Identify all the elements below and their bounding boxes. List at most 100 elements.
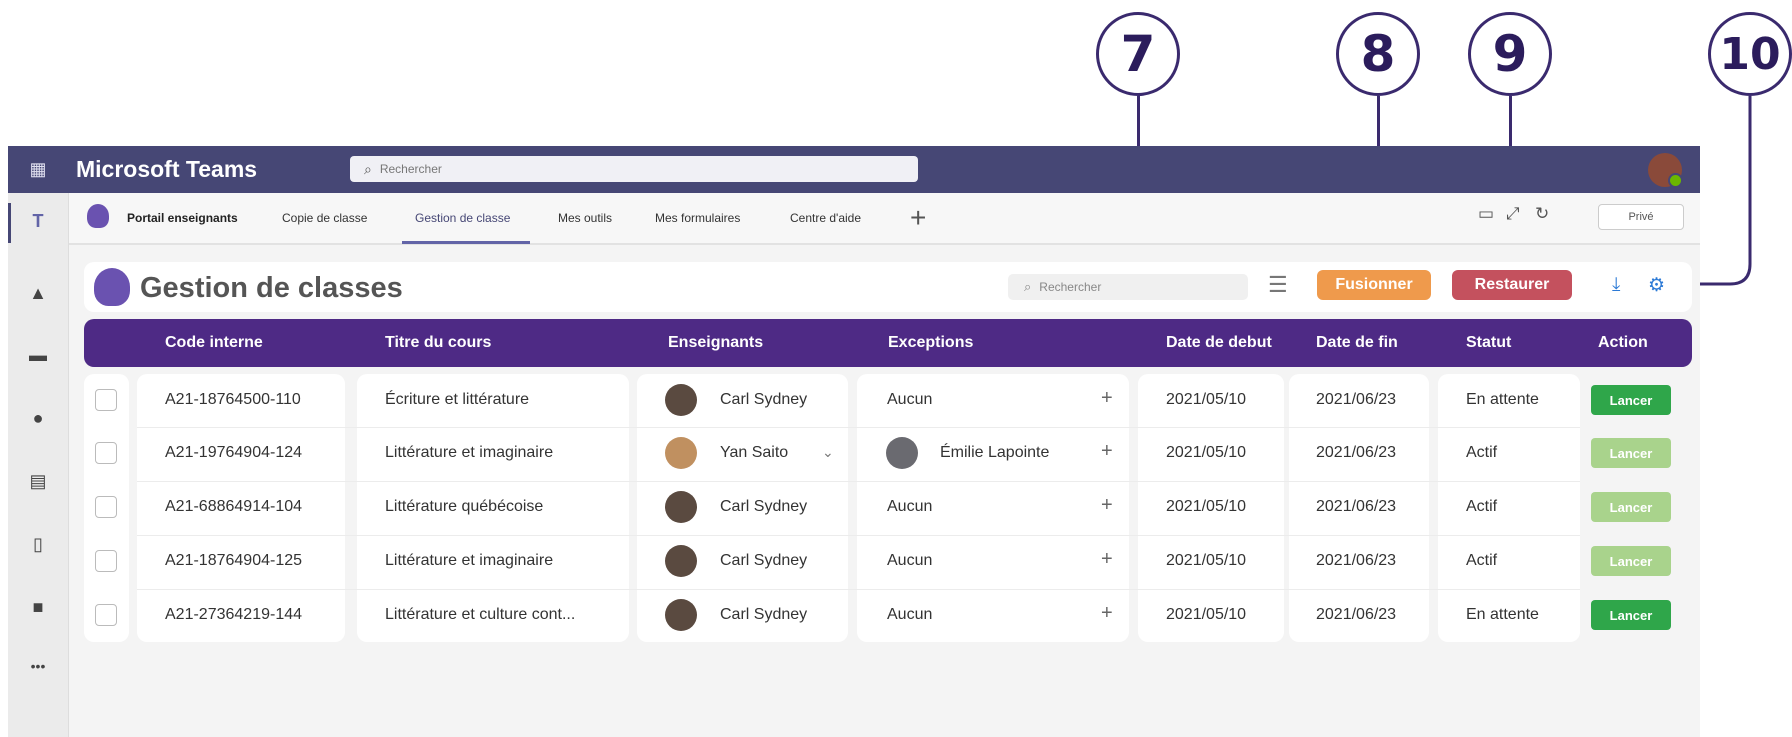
- exception-avatar: [886, 437, 918, 469]
- cell-titre: Littérature québécoise: [385, 498, 544, 515]
- tab-mes-outils[interactable]: Mes outils: [558, 193, 612, 243]
- lancer-button[interactable]: Lancer: [1591, 600, 1671, 630]
- col-date-fin[interactable]: Date de fin: [1316, 319, 1398, 367]
- lancer-button[interactable]: Lancer: [1591, 385, 1671, 415]
- teacher-avatar: [665, 384, 697, 416]
- row-divider: [137, 427, 1580, 428]
- bell-icon[interactable]: ▲: [8, 283, 68, 304]
- left-rail: [8, 193, 69, 737]
- settings-gear-icon[interactable]: ⚙: [1648, 274, 1665, 297]
- expand-icon[interactable]: ⤢: [1506, 204, 1520, 224]
- refresh-icon[interactable]: ↻: [1535, 204, 1549, 224]
- comment-icon[interactable]: ▭: [1478, 204, 1494, 224]
- privacy-dropdown[interactable]: Privé: [1598, 204, 1684, 230]
- people-icon[interactable]: ●: [8, 408, 68, 429]
- add-exception-icon[interactable]: +: [1101, 548, 1113, 571]
- app-title: Microsoft Teams: [76, 156, 258, 182]
- cell-titre: Écriture et littérature: [385, 391, 530, 408]
- row-checkbox[interactable]: [95, 496, 117, 518]
- cell-date-debut: 2021/05/10: [1166, 498, 1247, 515]
- cell-enseignant: Carl Sydney: [720, 552, 808, 569]
- add-exception-icon[interactable]: +: [1101, 440, 1113, 463]
- cell-code: A21-27364219-144: [165, 606, 303, 623]
- col-action[interactable]: Action: [1598, 319, 1648, 367]
- class-search-placeholder: Rechercher: [1039, 280, 1102, 294]
- user-avatar[interactable]: [1648, 153, 1683, 188]
- chat-icon[interactable]: ▬: [8, 345, 68, 366]
- add-exception-icon[interactable]: +: [1101, 387, 1113, 410]
- cell-code: A21-68864914-104: [165, 498, 303, 515]
- add-exception-icon[interactable]: +: [1101, 602, 1113, 625]
- cell-titre: Littérature et imaginaire: [385, 552, 554, 569]
- cell-exception: Aucun: [887, 606, 933, 623]
- callout-7: 7: [1096, 12, 1180, 96]
- cell-date-fin: 2021/06/23: [1316, 498, 1397, 515]
- tab-portail-enseignants[interactable]: Portail enseignants: [127, 193, 238, 243]
- presence-badge: [1668, 173, 1683, 188]
- row-checkbox[interactable]: [95, 442, 117, 464]
- cell-statut: En attente: [1466, 606, 1539, 623]
- callout-8: 8: [1336, 12, 1420, 96]
- restaurer-button[interactable]: Restaurer: [1452, 270, 1572, 300]
- tab-gestion-de-classe[interactable]: Gestion de classe: [415, 193, 510, 243]
- cell-enseignant: Yan Saito: [720, 444, 789, 461]
- cell-date-debut: 2021/05/10: [1166, 391, 1247, 408]
- filter-sliders-icon[interactable]: ☰: [1268, 272, 1288, 298]
- cell-enseignant: Carl Sydney: [720, 606, 808, 623]
- cell-date-debut: 2021/05/10: [1166, 606, 1247, 623]
- lancer-button[interactable]: Lancer: [1591, 546, 1671, 576]
- teacher-dropdown-chevron-icon[interactable]: ⌄: [822, 444, 834, 461]
- calendar-icon[interactable]: ▤: [8, 471, 68, 492]
- search-icon: ⌕: [1024, 279, 1032, 294]
- cell-statut: Actif: [1466, 498, 1498, 515]
- cell-exception: Aucun: [887, 552, 933, 569]
- col-exceptions[interactable]: Exceptions: [888, 319, 973, 367]
- tab-centre-aide[interactable]: Centre d'aide: [790, 193, 861, 243]
- add-tab-icon[interactable]: +: [910, 193, 926, 243]
- row-divider: [137, 589, 1580, 590]
- row-checkbox[interactable]: [95, 389, 117, 411]
- cell-date-fin: 2021/06/23: [1316, 606, 1397, 623]
- teacher-avatar: [665, 545, 697, 577]
- cell-exception: Aucun: [887, 391, 933, 408]
- col-statut[interactable]: Statut: [1466, 319, 1511, 367]
- cell-date-debut: 2021/05/10: [1166, 444, 1247, 461]
- col-code-interne[interactable]: Code interne: [165, 319, 263, 367]
- tab-mes-formulaires[interactable]: Mes formulaires: [655, 193, 740, 243]
- search-icon: ⌕: [364, 160, 372, 177]
- callout-9: 9: [1468, 12, 1552, 96]
- fusionner-button[interactable]: Fusionner: [1317, 270, 1431, 300]
- teams-app-icon[interactable]: T: [8, 211, 68, 232]
- cell-code: A21-18764904-125: [165, 552, 303, 569]
- page-title: Gestion de classes: [140, 272, 403, 304]
- cell-titre: Littérature et culture cont...: [385, 606, 576, 623]
- col-titre-du-cours[interactable]: Titre du cours: [385, 319, 491, 367]
- cell-exception: Émilie Lapointe: [940, 444, 1050, 461]
- more-icon[interactable]: •••: [8, 658, 68, 674]
- lancer-button[interactable]: Lancer: [1591, 438, 1671, 468]
- row-divider: [137, 481, 1580, 482]
- row-checkbox[interactable]: [95, 604, 117, 626]
- teacher-avatar: [665, 599, 697, 631]
- active-tab-underline: [402, 241, 530, 244]
- bag-icon[interactable]: ■: [8, 597, 68, 618]
- file-icon[interactable]: ▯: [8, 534, 68, 555]
- portal-bot-icon: [87, 204, 109, 228]
- download-icon[interactable]: ⤓: [1612, 274, 1620, 296]
- app-launcher-icon[interactable]: ▦: [8, 146, 68, 193]
- global-search-placeholder: Rechercher: [379, 162, 442, 176]
- row-checkbox[interactable]: [95, 550, 117, 572]
- tab-copie-de-classe[interactable]: Copie de classe: [282, 193, 367, 243]
- lancer-button[interactable]: Lancer: [1591, 492, 1671, 522]
- class-search-input[interactable]: ⌕ Rechercher: [1008, 274, 1248, 300]
- global-search-input[interactable]: ⌕ Rechercher: [350, 156, 918, 182]
- col-date-debut[interactable]: Date de debut: [1166, 319, 1272, 367]
- col-enseignants[interactable]: Enseignants: [668, 319, 763, 367]
- cell-code: A21-19764904-124: [165, 444, 303, 461]
- teacher-avatar: [665, 491, 697, 523]
- cell-enseignant: Carl Sydney: [720, 391, 808, 408]
- cell-exception: Aucun: [887, 498, 933, 515]
- cell-code: A21-18764500-110: [165, 391, 301, 408]
- add-exception-icon[interactable]: +: [1101, 494, 1113, 517]
- cell-titre: Littérature et imaginaire: [385, 444, 554, 461]
